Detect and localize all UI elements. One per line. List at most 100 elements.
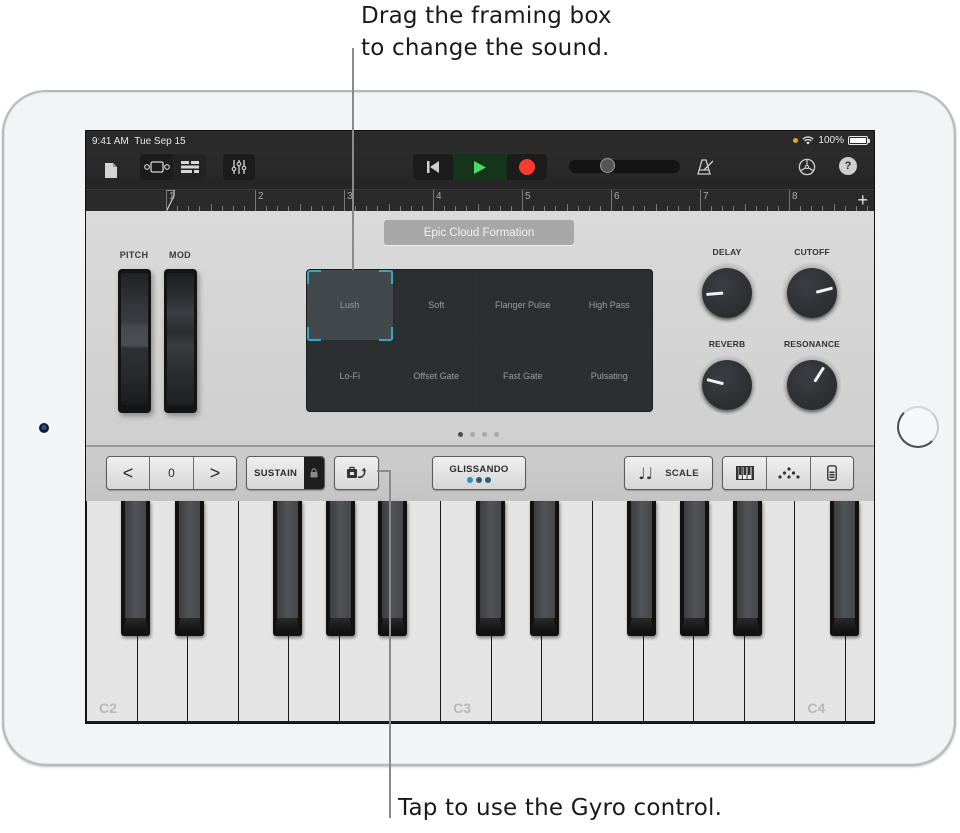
mod-wheel[interactable] bbox=[164, 269, 197, 413]
patch-name[interactable]: Epic Cloud Formation bbox=[384, 220, 574, 245]
ruler-bar-line bbox=[344, 190, 345, 212]
black-key[interactable] bbox=[475, 501, 505, 636]
sound-cell-label: Pulsating bbox=[590, 371, 628, 381]
callout-line-2: to change the sound. bbox=[361, 35, 610, 61]
mixer-button[interactable] bbox=[223, 154, 255, 180]
page-indicator[interactable] bbox=[458, 432, 499, 437]
home-button[interactable] bbox=[897, 406, 939, 448]
callout-framing-box: Drag the framing box to change the sound… bbox=[361, 0, 681, 64]
settings-button[interactable] bbox=[796, 156, 818, 178]
sound-cell-label: Soft bbox=[428, 300, 445, 310]
master-volume-slider[interactable] bbox=[569, 158, 680, 173]
scale-notes-icon: ♩♩ bbox=[638, 463, 654, 483]
delay-knob[interactable] bbox=[696, 262, 758, 324]
transport-controls bbox=[413, 154, 547, 180]
sound-cell[interactable]: Flanger Pulse bbox=[480, 270, 566, 340]
sound-cell-label: High Pass bbox=[588, 300, 630, 310]
black-key[interactable] bbox=[732, 501, 762, 636]
black-key[interactable] bbox=[325, 501, 355, 636]
sound-cell[interactable]: Lo-Fi bbox=[307, 341, 393, 411]
play-button[interactable] bbox=[453, 154, 507, 180]
knob-indicator bbox=[706, 378, 724, 386]
record-button[interactable] bbox=[507, 154, 547, 180]
page-dot[interactable] bbox=[482, 432, 487, 437]
ruler-tick bbox=[744, 204, 746, 211]
arpeggiator-button[interactable] bbox=[766, 457, 809, 489]
my-songs-button[interactable] bbox=[100, 158, 122, 182]
page-dot[interactable] bbox=[470, 432, 475, 437]
sound-cell-label: Lush bbox=[339, 300, 360, 310]
sustain-lock-button[interactable] bbox=[304, 457, 324, 489]
knob-indicator bbox=[815, 286, 833, 294]
note-label: C3 bbox=[453, 700, 472, 716]
go-to-beginning-button[interactable] bbox=[413, 154, 453, 180]
battery-percent: 100% bbox=[818, 135, 844, 146]
help-button[interactable]: ? bbox=[839, 157, 857, 175]
control-bar: ? bbox=[86, 151, 874, 189]
volume-slider-thumb[interactable] bbox=[599, 158, 615, 173]
reverb-knob[interactable] bbox=[696, 354, 758, 416]
ruler-tick bbox=[299, 204, 301, 211]
scale-button[interactable]: ♩♩ SCALE bbox=[624, 456, 713, 490]
ruler-bar-number: 8 bbox=[792, 191, 798, 202]
black-key[interactable] bbox=[529, 501, 559, 636]
pitch-wheel[interactable] bbox=[118, 269, 151, 413]
sound-cell[interactable]: Pulsating bbox=[566, 341, 652, 411]
black-key[interactable] bbox=[175, 501, 205, 636]
sustain-label: SUSTAIN bbox=[254, 467, 298, 479]
mic-indicator-icon bbox=[793, 138, 799, 143]
camera-icon bbox=[39, 423, 49, 433]
black-key[interactable] bbox=[829, 501, 859, 636]
ruler-bar-line bbox=[789, 190, 790, 212]
ruler-tick bbox=[833, 204, 835, 211]
ruler-bar-line bbox=[611, 190, 612, 212]
browser-icon bbox=[143, 161, 170, 173]
black-key[interactable] bbox=[378, 501, 408, 636]
ruler-bar-line bbox=[700, 190, 701, 212]
sound-cell[interactable]: Soft bbox=[393, 270, 479, 340]
status-bar: 9:41 AM Tue Sep 15 100% bbox=[86, 131, 874, 151]
ruler-bar-number: 1 bbox=[169, 191, 175, 202]
cutoff-knob[interactable] bbox=[781, 262, 843, 324]
glissando-dot bbox=[476, 477, 482, 483]
arpeggiator-icon bbox=[777, 467, 800, 479]
octave-control: < 0 > bbox=[106, 456, 237, 490]
sound-control-panel: Epic Cloud Formation PITCH MOD Lush Soft F… bbox=[86, 211, 874, 445]
timeline-ruler[interactable]: + 12345678 bbox=[86, 189, 874, 212]
sustain-control[interactable]: SUSTAIN bbox=[246, 456, 325, 490]
page-dot[interactable] bbox=[458, 432, 463, 437]
page-dot[interactable] bbox=[494, 432, 499, 437]
keyboard-view-selector bbox=[722, 456, 854, 490]
glissando-indicator bbox=[433, 477, 525, 489]
keyboard-layout-button[interactable] bbox=[723, 457, 766, 489]
metronome-button[interactable] bbox=[694, 156, 718, 178]
ruler-tick bbox=[388, 204, 390, 211]
battery-icon bbox=[848, 136, 870, 145]
browser-button[interactable] bbox=[140, 154, 173, 180]
gyro-button[interactable] bbox=[334, 456, 379, 490]
resonance-knob[interactable] bbox=[781, 354, 843, 416]
go-to-beginning-icon bbox=[427, 161, 439, 173]
sound-cell[interactable]: High Pass bbox=[566, 270, 652, 340]
callout-line-1: Drag the framing box bbox=[361, 3, 612, 29]
velocity-button[interactable] bbox=[809, 457, 853, 489]
ruler-bar-line bbox=[522, 190, 523, 212]
black-key[interactable] bbox=[272, 501, 302, 636]
octave-up-button[interactable]: > bbox=[193, 457, 236, 489]
glissando-button[interactable]: GLISSANDO bbox=[432, 456, 526, 490]
keyboard-controls: < 0 > SUSTAIN GLISSANDO ♩♩ SCALE bbox=[86, 445, 874, 501]
wifi-icon bbox=[802, 136, 815, 145]
octave-down-button[interactable]: < bbox=[107, 457, 149, 489]
black-key[interactable] bbox=[121, 501, 151, 636]
black-key[interactable] bbox=[679, 501, 709, 636]
sound-cell-label: Offset Gate bbox=[413, 371, 460, 381]
glissando-dot bbox=[467, 477, 473, 483]
black-key[interactable] bbox=[626, 501, 656, 636]
tracks-view-button[interactable] bbox=[173, 154, 206, 180]
ruler-tick bbox=[566, 204, 568, 211]
transform-pad-grid: Lush Soft Flanger Pulse High Pass Lo-Fi Offse… bbox=[306, 269, 653, 412]
sound-cell[interactable]: Fast Gate bbox=[480, 341, 566, 411]
ruler-tick bbox=[477, 204, 479, 211]
sound-cell[interactable]: Offset Gate bbox=[393, 341, 479, 411]
sound-cell[interactable]: Lush bbox=[307, 270, 393, 340]
